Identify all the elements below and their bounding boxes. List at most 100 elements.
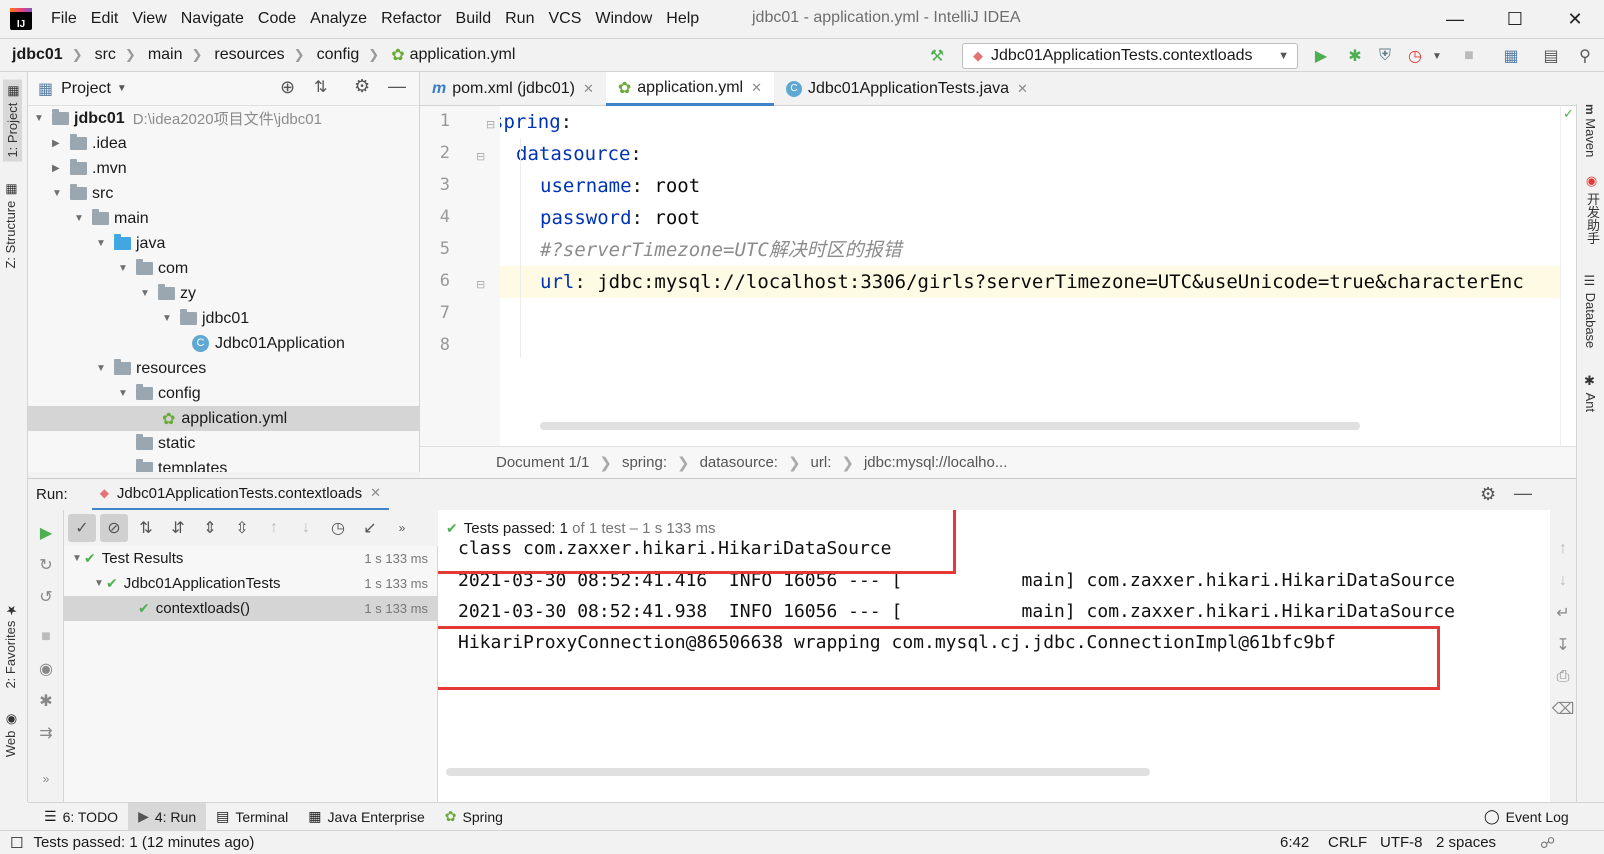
minimize-icon[interactable]: — xyxy=(1440,4,1470,34)
next-failed-icon[interactable]: ↓ xyxy=(292,514,320,542)
tree-item-templates[interactable]: templates xyxy=(28,456,419,472)
event-log-tool-button[interactable]: ◯ Event Log xyxy=(1474,803,1579,831)
show-passed-icon[interactable]: ✓ xyxy=(68,514,96,542)
chevron-down-icon[interactable]: ▼ xyxy=(52,188,64,199)
menu-build[interactable]: Build xyxy=(449,10,499,28)
chevron-down-icon[interactable]: ▼ xyxy=(94,578,106,589)
breadcrumb-datasource[interactable]: datasource: xyxy=(700,454,778,471)
close-window-icon[interactable]: ✕ xyxy=(1560,4,1590,34)
chevron-down-icon[interactable]: ▼ xyxy=(96,363,108,374)
close-tab-icon[interactable]: ✕ xyxy=(1017,81,1028,97)
coverage-icon[interactable]: ⛨ xyxy=(1374,45,1396,67)
code-editor[interactable]: spring: datasource: username: root passw… xyxy=(500,106,1560,446)
search-icon[interactable]: ⚲ xyxy=(1574,45,1596,67)
project-tool-tab[interactable]: 1: Project ▦ xyxy=(3,80,22,162)
menu-view[interactable]: View xyxy=(125,10,173,28)
scroll-up-icon[interactable]: ↑ xyxy=(1552,538,1574,560)
toggle-auto-test-icon[interactable]: ↺ xyxy=(35,586,57,608)
menu-run[interactable]: Run xyxy=(498,10,541,28)
tree-item-static[interactable]: static xyxy=(28,431,419,456)
menu-vcs[interactable]: VCS xyxy=(541,10,588,28)
tab-application-yml[interactable]: ✿ application.yml ✕ xyxy=(605,72,774,106)
tree-item-com[interactable]: ▼ com xyxy=(28,256,419,281)
maximize-icon[interactable]: ☐ xyxy=(1500,4,1530,34)
sort-by-duration-icon[interactable]: ⇵ xyxy=(164,514,192,542)
menu-code[interactable]: Code xyxy=(251,10,303,28)
indent-setting[interactable]: 2 spaces xyxy=(1436,834,1496,851)
rerun-icon[interactable]: ▶ xyxy=(35,522,57,544)
scroll-down-icon[interactable]: ↓ xyxy=(1552,570,1574,592)
previous-failed-icon[interactable]: ↑ xyxy=(260,514,288,542)
line-separator[interactable]: CRLF xyxy=(1328,834,1367,851)
terminal-tool-button[interactable]: ▤ Terminal xyxy=(206,803,298,831)
fold-marker-icon[interactable]: ⊟ xyxy=(486,118,495,131)
database-tool-tab[interactable]: ☰ Database xyxy=(1583,274,1598,348)
caret-position[interactable]: 6:42 xyxy=(1280,834,1309,851)
spring-tool-button[interactable]: ✿ Spring xyxy=(435,803,513,831)
breadcrumb-document[interactable]: Document 1/1 xyxy=(496,454,589,471)
run-icon[interactable]: ▶ xyxy=(1310,45,1332,67)
editor-horizontal-scrollbar[interactable] xyxy=(540,422,1360,430)
hide-panel-icon[interactable]: — xyxy=(388,76,406,97)
print-icon[interactable]: ⎙ xyxy=(1552,666,1574,688)
chevron-down-icon[interactable]: ▼ xyxy=(34,113,46,124)
profile-dropdown-icon[interactable]: ▼ xyxy=(1426,45,1448,67)
menu-analyze[interactable]: Analyze xyxy=(303,10,374,28)
menu-refactor[interactable]: Refactor xyxy=(374,10,448,28)
run-tab[interactable]: ◆ Jdbc01ApplicationTests.contextloads ✕ xyxy=(91,479,389,511)
collapse-all-icon[interactable]: ⇅ xyxy=(314,77,327,97)
close-tab-icon[interactable]: ✕ xyxy=(751,80,762,96)
menu-edit[interactable]: Edit xyxy=(84,10,126,28)
run-config-selector[interactable]: ◆ Jdbc01ApplicationTests.contextloads ▼ xyxy=(962,43,1298,69)
test-history-icon[interactable]: ◷ xyxy=(324,514,352,542)
chevron-right-icon[interactable]: ▶ xyxy=(52,163,64,174)
tree-item-src[interactable]: ▼ src xyxy=(28,181,419,206)
import-results-icon[interactable]: ⇉ xyxy=(35,722,57,744)
project-structure-icon[interactable]: ▦ xyxy=(1500,45,1522,67)
ant-tool-tab[interactable]: ✱ Ant xyxy=(1583,374,1598,412)
tree-item-mvn[interactable]: ▶ .mvn xyxy=(28,156,419,181)
status-panel-icon[interactable]: ☐ xyxy=(10,834,23,852)
console-output[interactable]: ✔ Tests passed: 1 of 1 test – 1 s 133 ms… xyxy=(438,510,1550,802)
fold-marker-icon[interactable]: ⊟ xyxy=(476,278,485,291)
maven-tool-tab[interactable]: m Maven xyxy=(1583,104,1598,157)
chevron-down-icon[interactable]: ▼ xyxy=(162,313,174,324)
tab-pom-xml[interactable]: m pom.xml (jdbc01) ✕ xyxy=(420,72,606,106)
developer-helper-tool-tab[interactable]: ◉ 开发助手 xyxy=(1583,174,1602,245)
tree-item-idea[interactable]: ▶ .idea xyxy=(28,131,419,156)
stop-icon[interactable]: ■ xyxy=(1458,45,1480,67)
crumb-resources[interactable]: resources ❯ xyxy=(202,46,304,64)
editor-scrollbar[interactable]: ✓ xyxy=(1560,106,1576,446)
settings-gear-icon[interactable]: ⚙ xyxy=(354,76,370,97)
chevron-down-icon[interactable]: ▼ xyxy=(118,263,130,274)
java-enterprise-tool-button[interactable]: ▦ Java Enterprise xyxy=(298,803,435,831)
locate-file-icon[interactable]: ⊕ xyxy=(280,77,295,98)
debug-icon[interactable]: ✱ xyxy=(1344,45,1366,67)
hide-panel-icon[interactable]: — xyxy=(1514,483,1532,504)
todo-tool-button[interactable]: ☰ 6: TODO xyxy=(34,803,128,831)
tree-item-jdbc01-root[interactable]: ▼ jdbc01 D:\idea2020项目文件\jdbc01 xyxy=(28,106,419,131)
breadcrumb-url[interactable]: url: xyxy=(811,454,832,471)
tree-item-java[interactable]: ▼ java xyxy=(28,231,419,256)
readonly-lock-icon[interactable]: ☍ xyxy=(1540,834,1555,852)
menu-navigate[interactable]: Navigate xyxy=(174,10,251,28)
profile-icon[interactable]: ◷ xyxy=(1404,45,1426,67)
build-hammer-icon[interactable]: ⚒ xyxy=(926,45,948,67)
soft-wrap-icon[interactable]: ↵ xyxy=(1552,602,1574,624)
test-method-row[interactable]: ✔ contextloads() 1 s 133 ms xyxy=(64,596,438,621)
file-encoding[interactable]: UTF-8 xyxy=(1380,834,1423,851)
tree-item-jdbc01-package[interactable]: ▼ jdbc01 xyxy=(28,306,419,331)
chevron-right-icon[interactable]: ▶ xyxy=(52,138,64,149)
stop-icon[interactable]: ■ xyxy=(35,626,57,648)
chevron-down-icon[interactable]: ▼ xyxy=(117,83,127,94)
close-tab-icon[interactable]: ✕ xyxy=(370,485,381,501)
console-horizontal-scrollbar[interactable] xyxy=(446,768,1150,776)
tree-item-config[interactable]: ▼ config xyxy=(28,381,419,406)
test-class-row[interactable]: ▼ ✔ Jdbc01ApplicationTests 1 s 133 ms xyxy=(64,571,438,596)
export-results-icon[interactable]: ✱ xyxy=(35,690,57,712)
crumb-src[interactable]: src ❯ xyxy=(83,46,136,64)
menu-file[interactable]: File xyxy=(44,10,84,28)
close-tab-icon[interactable]: ✕ xyxy=(583,81,594,97)
screenshot-icon[interactable]: ◉ xyxy=(35,658,57,680)
crumb-project[interactable]: jdbc01 ❯ xyxy=(0,46,83,64)
